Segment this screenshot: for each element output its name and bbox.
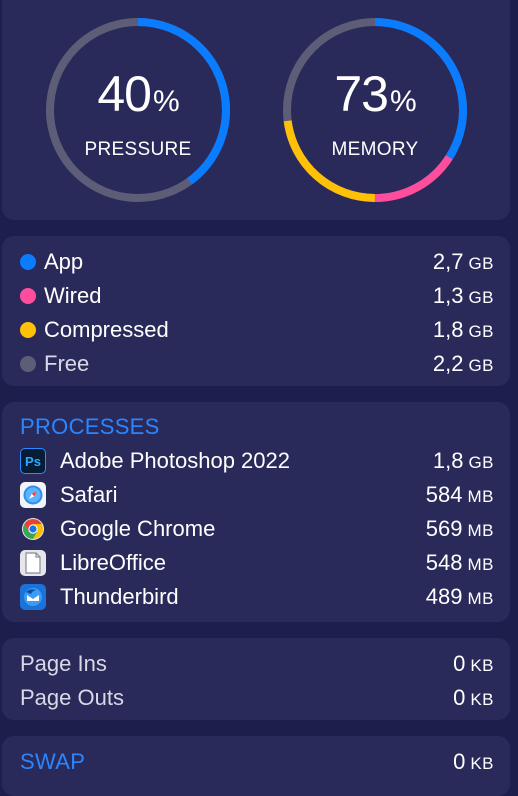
- legend-row-app: App 2,7 GB: [20, 247, 494, 277]
- pressure-gauge: 40% PRESSURE: [40, 12, 236, 208]
- legend-value: 1,3: [432, 283, 464, 308]
- thunderbird-icon: [20, 584, 46, 610]
- processes-panel: PROCESSES Ps Adobe Photoshop 2022 1,8 GB …: [2, 402, 510, 622]
- process-row[interactable]: Ps Adobe Photoshop 2022 1,8 GB: [20, 446, 494, 476]
- page-outs-value: 0: [453, 685, 466, 710]
- page-outs-label: Page Outs: [20, 685, 124, 710]
- process-name: Thunderbird: [60, 584, 179, 609]
- process-value: 569: [425, 516, 463, 541]
- legend-label: Free: [44, 351, 90, 376]
- process-value: 1,8: [432, 448, 464, 473]
- legend-unit: GB: [468, 356, 494, 375]
- memory-gauge: 73% MEMORY: [277, 12, 473, 208]
- paging-panel: Page Ins 0 KB Page Outs 0 KB: [2, 638, 510, 720]
- swap-title: SWAP: [20, 749, 86, 774]
- legend-label: App: [44, 249, 84, 274]
- legend-unit: GB: [468, 254, 494, 273]
- page-ins-value: 0: [453, 651, 466, 676]
- gauges-panel: 40% PRESSURE 73% MEMORY: [2, 0, 510, 220]
- memory-breakdown-panel: App 2,7 GB Wired 1,3 GB Compressed 1,8 GB F…: [2, 236, 510, 386]
- process-row[interactable]: Thunderbird 489 MB: [20, 582, 494, 612]
- wired-dot-icon: [20, 288, 36, 304]
- process-unit: MB: [467, 555, 494, 574]
- process-unit: MB: [467, 521, 494, 540]
- swap-unit: KB: [470, 754, 494, 773]
- legend-value: 2,2: [432, 351, 464, 376]
- pressure-label: PRESSURE: [84, 139, 192, 160]
- chrome-icon: [20, 516, 46, 542]
- process-name: LibreOffice: [60, 550, 166, 575]
- legend-row-compressed: Compressed 1,8 GB: [20, 315, 494, 345]
- page-ins-unit: KB: [470, 656, 494, 675]
- page-outs-row: Page Outs 0 KB: [20, 683, 494, 713]
- process-value: 489: [425, 584, 463, 609]
- memory-unit: %: [389, 85, 417, 118]
- processes-title: PROCESSES: [20, 414, 160, 439]
- process-value: 548: [425, 550, 463, 575]
- swap-value: 0: [453, 749, 466, 774]
- process-name: Google Chrome: [60, 516, 216, 541]
- process-value: 584: [425, 482, 463, 507]
- pressure-unit: %: [152, 85, 180, 118]
- process-unit: GB: [468, 453, 494, 472]
- swap-panel: SWAP 0 KB: [2, 736, 510, 796]
- photoshop-icon: Ps: [20, 448, 46, 474]
- legend-unit: GB: [468, 322, 494, 341]
- page-outs-unit: KB: [470, 690, 494, 709]
- legend-value: 1,8: [432, 317, 464, 342]
- legend-value: 2,7: [432, 249, 464, 274]
- legend-row-wired: Wired 1,3 GB: [20, 281, 494, 311]
- legend-label: Wired: [44, 283, 102, 308]
- process-row[interactable]: Safari 584 MB: [20, 480, 494, 510]
- pressure-value: 40: [97, 66, 152, 122]
- safari-icon: [20, 482, 46, 508]
- legend-label: Compressed: [44, 317, 169, 342]
- compressed-dot-icon: [20, 322, 36, 338]
- process-name: Safari: [60, 482, 118, 507]
- page-ins-label: Page Ins: [20, 651, 107, 676]
- process-unit: MB: [467, 487, 494, 506]
- swap-row: SWAP 0 KB: [20, 747, 494, 777]
- memory-value: 73: [334, 66, 389, 122]
- memory-label: MEMORY: [331, 139, 419, 160]
- page-ins-row: Page Ins 0 KB: [20, 649, 494, 679]
- libreoffice-icon: [20, 550, 46, 576]
- legend-row-free: Free 2,2 GB: [20, 349, 494, 379]
- process-unit: MB: [467, 589, 494, 608]
- process-name: Adobe Photoshop 2022: [60, 448, 290, 473]
- process-row[interactable]: LibreOffice 548 MB: [20, 548, 494, 578]
- process-row[interactable]: Google Chrome 569 MB: [20, 514, 494, 544]
- legend-unit: GB: [468, 288, 494, 307]
- free-dot-icon: [20, 356, 36, 372]
- app-dot-icon: [20, 254, 36, 270]
